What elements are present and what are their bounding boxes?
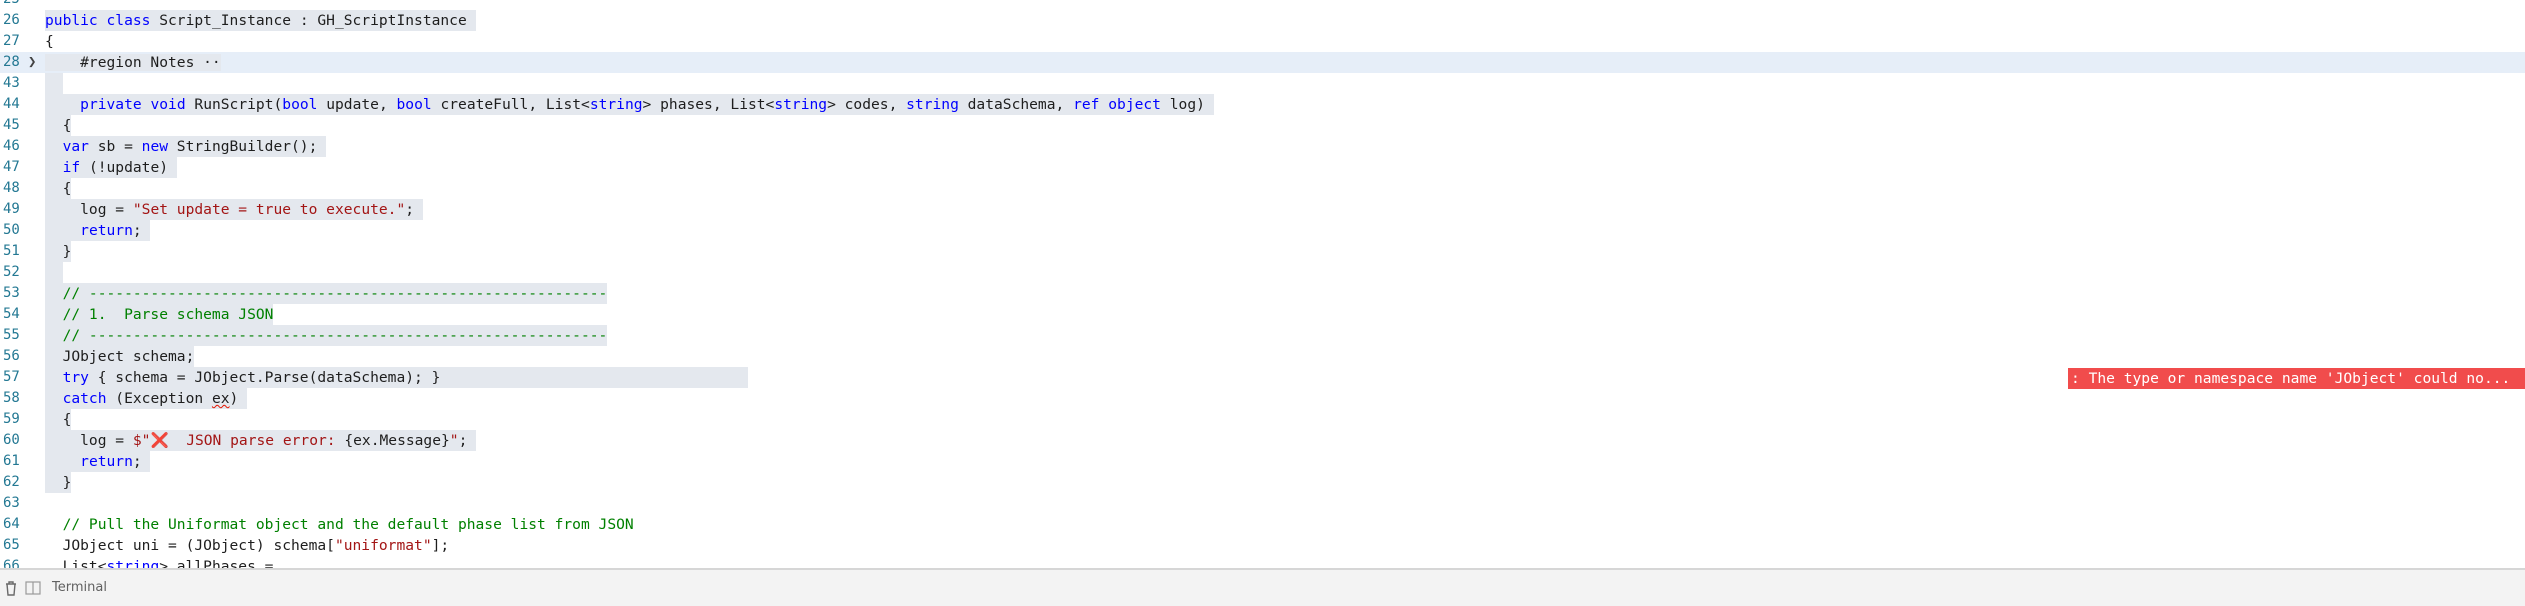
code-text: catch (Exception ex) [45, 388, 248, 409]
line-number: 61 [3, 453, 20, 469]
line-number: 44 [3, 96, 20, 112]
code-line[interactable]: 53 // ----------------------------------… [0, 283, 2525, 304]
code-line[interactable]: 62 } [0, 472, 2525, 493]
code-text: log = "Set update = true to execute."; [45, 199, 423, 220]
line-number: 65 [3, 537, 20, 553]
code-text: } [45, 472, 72, 493]
code-text: try { schema = JObject.Parse(dataSchema)… [45, 367, 748, 388]
code-comment: // Pull the Uniformat object and the def… [45, 516, 634, 533]
code-text: { [45, 115, 72, 136]
line-number: 26 [3, 12, 20, 28]
code-text: List<string> allPhases = [45, 558, 274, 568]
code-text: return; [45, 220, 151, 241]
code-line[interactable]: 27 { [0, 31, 2525, 52]
line-number: 58 [3, 390, 20, 406]
line-number: 63 [3, 495, 20, 511]
error-message-badge[interactable]: : The type or namespace name 'JObject' c… [2068, 368, 2525, 389]
code-line[interactable]: 44 private void RunScript(bool update, b… [0, 94, 2525, 115]
line-number: 62 [3, 474, 20, 490]
code-text: JObject uni = (JObject) schema["uniforma… [45, 537, 450, 554]
code-comment: // -------------------------------------… [45, 283, 608, 304]
code-text: private void RunScript(bool update, bool… [45, 94, 1214, 115]
code-line-current[interactable]: 28 ❯ #region Notes ·· [0, 52, 2525, 73]
code-text: { [45, 178, 72, 199]
code-comment: // 1. Parse schema JSON [45, 304, 274, 325]
code-line[interactable]: 51 } [0, 241, 2525, 262]
code-line[interactable]: 66 List<string> allPhases = [0, 556, 2525, 568]
line-number: 48 [3, 180, 20, 196]
code-line[interactable]: 56 JObject schema; [0, 346, 2525, 367]
code-text: { [45, 33, 54, 50]
code-text: return; [45, 451, 151, 472]
code-comment: // -------------------------------------… [45, 325, 608, 346]
line-number: 45 [3, 117, 20, 133]
code-line[interactable]: 55 // ----------------------------------… [0, 325, 2525, 346]
line-number: 52 [3, 264, 20, 280]
line-number: 60 [3, 432, 20, 448]
code-text: { [45, 409, 72, 430]
code-text: } [45, 241, 72, 262]
line-number: 47 [3, 159, 20, 175]
code-text: if (!update) [45, 157, 177, 178]
code-line[interactable]: 25 [0, 0, 2525, 10]
line-number: 66 [3, 558, 20, 568]
line-number: 53 [3, 285, 20, 301]
line-number: 25 [0, 0, 25, 10]
code-line[interactable]: 54 // 1. Parse schema JSON [0, 304, 2525, 325]
line-number: 64 [3, 516, 20, 532]
trash-icon[interactable] [2, 580, 20, 598]
code-line[interactable]: 46 var sb = new StringBuilder(); [0, 136, 2525, 157]
code-line[interactable]: 47 if (!update) [0, 157, 2525, 178]
code-text: JObject schema; [45, 346, 195, 367]
code-text: var sb = new StringBuilder(); [45, 136, 327, 157]
code-text [45, 73, 63, 94]
code-line[interactable]: 63 [0, 493, 2525, 514]
code-text [45, 262, 63, 283]
code-line[interactable]: 50 return; [0, 220, 2525, 241]
code-text: public class Script_Instance : GH_Script… [45, 10, 476, 31]
code-line[interactable]: 43 [0, 73, 2525, 94]
line-number: 56 [3, 348, 20, 364]
line-number: 46 [3, 138, 20, 154]
split-terminal-icon[interactable] [24, 580, 42, 598]
code-line[interactable]: 64 // Pull the Uniformat object and the … [0, 514, 2525, 535]
line-number: 57 [3, 369, 20, 385]
line-number: 54 [3, 306, 20, 322]
code-line[interactable]: 61 return; [0, 451, 2525, 472]
line-number: 28 [3, 54, 20, 70]
line-number: 55 [3, 327, 20, 343]
code-line[interactable]: 65 JObject uni = (JObject) schema["unifo… [0, 535, 2525, 556]
code-line[interactable]: 58 catch (Exception ex) [0, 388, 2525, 409]
line-number: 51 [3, 243, 20, 259]
code-line[interactable]: 26 public class Script_Instance : GH_Scr… [0, 10, 2525, 31]
code-editor[interactable]: 25 26 public class Script_Instance : GH_… [0, 0, 2525, 568]
code-line[interactable]: 49 log = "Set update = true to execute."… [0, 199, 2525, 220]
line-number: 49 [3, 201, 20, 217]
terminal-bar: Terminal [0, 568, 2525, 606]
line-number: 50 [3, 222, 20, 238]
code-line[interactable]: 52 [0, 262, 2525, 283]
code-line[interactable]: 59 { [0, 409, 2525, 430]
chevron-right-icon[interactable]: ❯ [28, 52, 42, 73]
terminal-tab-label[interactable]: Terminal [52, 579, 107, 597]
code-text: log = $"❌ JSON parse error: {ex.Message}… [45, 430, 477, 451]
code-line[interactable]: 60 log = $"❌ JSON parse error: {ex.Messa… [0, 430, 2525, 451]
code-line[interactable]: 45 { [0, 115, 2525, 136]
line-number: 43 [3, 75, 20, 91]
line-number: 27 [3, 33, 20, 49]
code-text: #region Notes ·· [45, 54, 221, 71]
code-line[interactable]: 48 { [0, 178, 2525, 199]
line-number: 59 [3, 411, 20, 427]
